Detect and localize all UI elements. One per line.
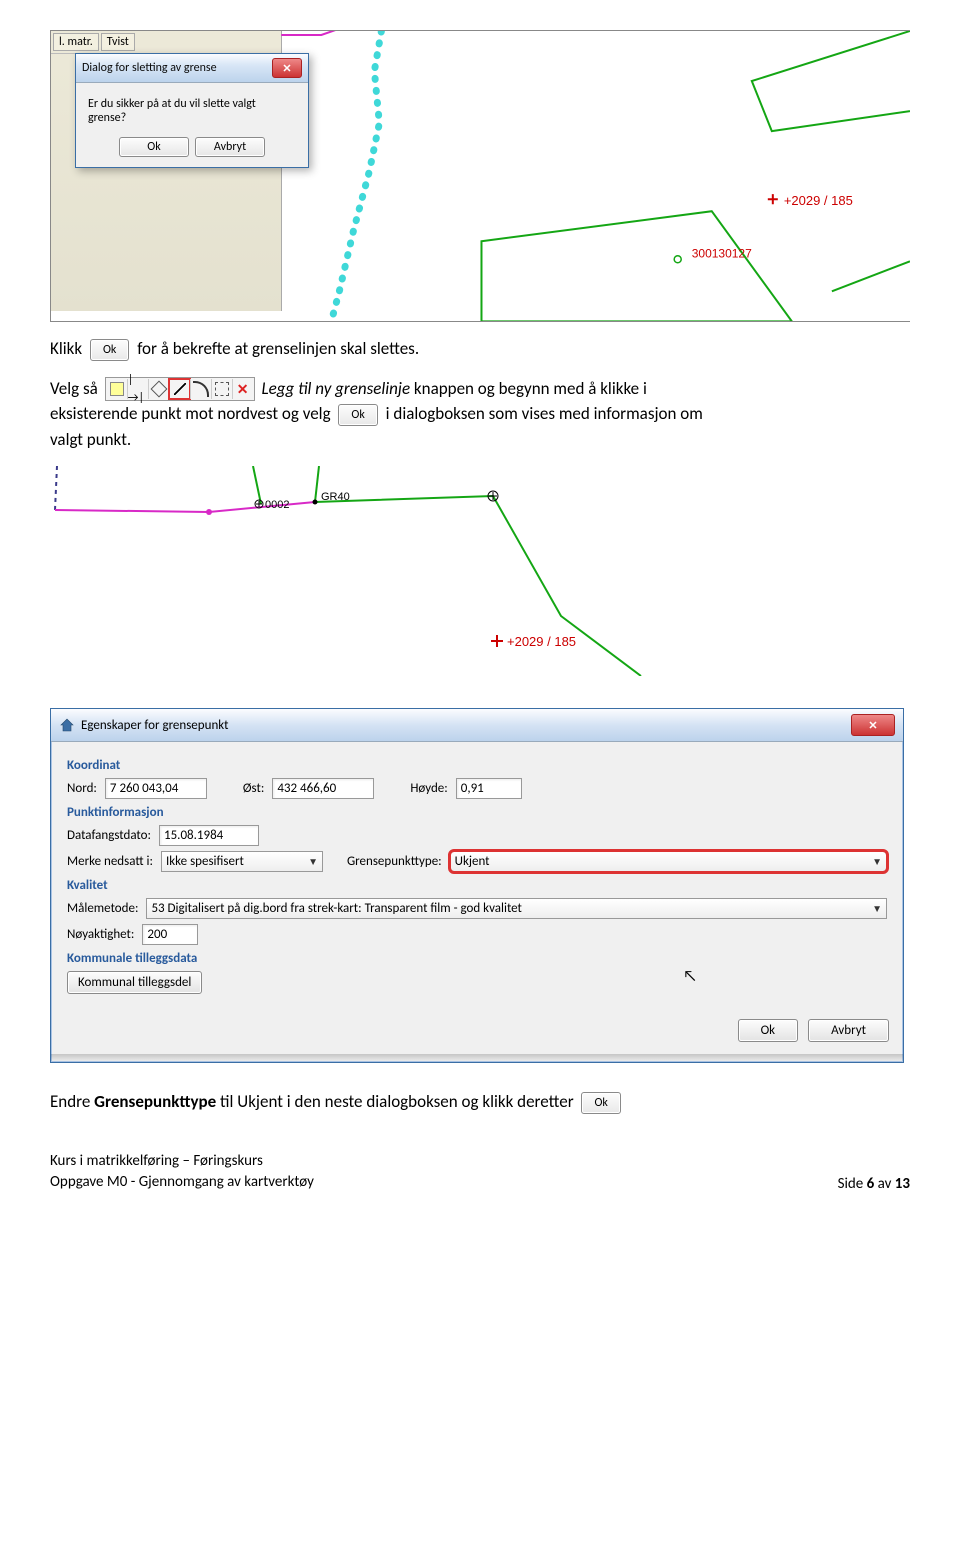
label-datafangst: Datafangstdato: xyxy=(67,828,151,843)
text: i dialogboksen som vises med informasjon… xyxy=(386,403,703,424)
map-mid-screenshot: 0002 GR40 +2029 / 185 xyxy=(50,466,910,676)
grensepunkt-properties-dialog: Egenskaper for grensepunkt ✕ Koordinat N… xyxy=(50,708,904,1063)
dialog-title-text: Dialog for sletting av grense xyxy=(82,61,217,75)
text: til xyxy=(216,1091,237,1112)
text: knappen og begynn med å klikke i xyxy=(410,378,647,399)
text: valgt punkt. xyxy=(50,429,131,450)
dialog-close-button[interactable]: ✕ xyxy=(272,58,302,78)
label-hoyde: Høyde: xyxy=(410,781,447,796)
map-top-screenshot: l. matr. Tvist 300130127 +2029 / 185 xyxy=(50,30,910,322)
tool-point-icon[interactable] xyxy=(148,379,169,399)
dialog-cancel-button[interactable]: Avbryt xyxy=(195,137,265,157)
coord-label-mid: +2029 / 185 xyxy=(507,634,576,649)
dialog-ok-button[interactable]: Ok xyxy=(119,137,189,157)
text-italic: Legg til ny grenselinje xyxy=(261,378,410,399)
input-ost[interactable]: 432 466,60 xyxy=(272,778,374,799)
prop-avbryt-button[interactable]: Avbryt xyxy=(808,1019,889,1042)
text: Velg så xyxy=(50,378,98,399)
point-label-gr40: GR40 xyxy=(321,491,350,503)
select-merke-value: Ikke spesifisert xyxy=(166,854,244,869)
select-grensepunkttype-value: Ukjent xyxy=(455,854,490,869)
section-kommunal: Kommunale tilleggsdata xyxy=(67,951,887,966)
chevron-down-icon: ▼ xyxy=(872,855,882,868)
footer-line-1: Kurs i matrikkelføring – Føringskurs xyxy=(50,1151,314,1172)
label-ost: Øst: xyxy=(243,781,264,796)
prop-body: Koordinat Nord: 7 260 043,04 Øst: 432 46… xyxy=(51,742,903,1011)
label-grensepunkttype: Grensepunkttype: xyxy=(347,854,442,869)
paragraph-2: Velg så |→| ✕ Legg til ny grenselinje kn… xyxy=(50,376,910,453)
drawing-toolbar: |→| ✕ xyxy=(105,377,255,401)
input-hoyde[interactable]: 0,91 xyxy=(456,778,522,799)
home-icon xyxy=(59,717,75,733)
kommunal-tillegg-button[interactable]: Kommunal tilleggsdel xyxy=(67,971,202,994)
tool-select-icon[interactable] xyxy=(211,379,232,399)
input-noyaktighet[interactable]: 200 xyxy=(142,924,198,945)
text: Endre xyxy=(50,1091,94,1112)
select-grensepunkttype[interactable]: Ukjent ▼ xyxy=(450,851,887,872)
tool-rectangle-icon[interactable] xyxy=(107,379,127,399)
paragraph-1: Klikk Ok for å bekrefte at grenselinjen … xyxy=(50,336,910,362)
text-bold: Grensepunkttype xyxy=(94,1091,216,1112)
tool-curve-icon[interactable] xyxy=(190,379,211,399)
tool-delete-icon[interactable]: ✕ xyxy=(232,379,253,399)
dialog-titlebar: Dialog for sletting av grense ✕ xyxy=(76,54,308,83)
select-malemetode[interactable]: 53 Digitalisert på dig.bord fra strek-ka… xyxy=(146,898,887,919)
text: i den neste dialogboksen og klikk derett… xyxy=(283,1091,574,1112)
label-merke: Merke nedsatt i: xyxy=(67,854,153,869)
ok-button-inline-2[interactable]: Ok xyxy=(338,404,377,426)
section-koordinat: Koordinat xyxy=(67,758,887,773)
section-kvalitet: Kvalitet xyxy=(67,878,887,893)
label-nord: Nord: xyxy=(67,781,97,796)
point-label-0002: 0002 xyxy=(265,499,289,511)
footer-line-2: Oppgave M0 - Gjennomgang av kartverktøy xyxy=(50,1172,314,1193)
map-mid-svg: 0002 GR40 +2029 / 185 xyxy=(50,466,910,676)
chevron-down-icon: ▼ xyxy=(872,902,882,915)
ok-button-inline-1[interactable]: Ok xyxy=(90,339,129,361)
text: for å bekrefte at grenselinjen skal slet… xyxy=(137,338,419,359)
tool-line-icon[interactable] xyxy=(169,379,190,399)
point-id-label: 300130127 xyxy=(692,246,752,260)
delete-boundary-dialog: Dialog for sletting av grense ✕ Er du si… xyxy=(75,53,309,168)
select-malemetode-value: 53 Digitalisert på dig.bord fra strek-ka… xyxy=(151,901,521,916)
page-footer: Kurs i matrikkelføring – Føringskurs Opp… xyxy=(50,1151,910,1193)
close-icon: ✕ xyxy=(868,720,877,731)
cursor-icon: ↖ xyxy=(683,967,697,986)
dialog-message: Er du sikker på at du vil slette valgt g… xyxy=(76,83,308,137)
text: eksisterende punkt mot nordvest og velg xyxy=(50,403,331,424)
prop-close-button[interactable]: ✕ xyxy=(851,714,895,736)
tool-snap-icon[interactable]: |→| xyxy=(127,379,148,399)
prop-titlebar: Egenskaper for grensepunkt ✕ xyxy=(51,709,903,742)
chevron-down-icon: ▼ xyxy=(308,855,318,868)
close-icon: ✕ xyxy=(282,63,291,74)
select-merke[interactable]: Ikke spesifisert ▼ xyxy=(161,851,323,872)
text: Klikk xyxy=(50,338,82,359)
section-punkt: Punktinformasjon xyxy=(67,805,887,820)
paragraph-3: Endre Grensepunkttype til Ukjent i den n… xyxy=(50,1089,910,1115)
coord-label-top: +2029 / 185 xyxy=(784,193,853,208)
text: Ukjent xyxy=(237,1091,283,1112)
ok-button-inline-3[interactable]: Ok xyxy=(581,1092,620,1114)
label-noyaktighet: Nøyaktighet: xyxy=(67,927,134,942)
prop-title-text: Egenskaper for grensepunkt xyxy=(81,718,228,733)
footer-page-number: Side 6 av 13 xyxy=(838,1175,910,1193)
label-malemetode: Målemetode: xyxy=(67,901,138,916)
input-nord[interactable]: 7 260 043,04 xyxy=(105,778,207,799)
prop-ok-button[interactable]: Ok xyxy=(738,1019,799,1042)
input-datafangst[interactable]: 15.08.1984 xyxy=(159,825,259,846)
